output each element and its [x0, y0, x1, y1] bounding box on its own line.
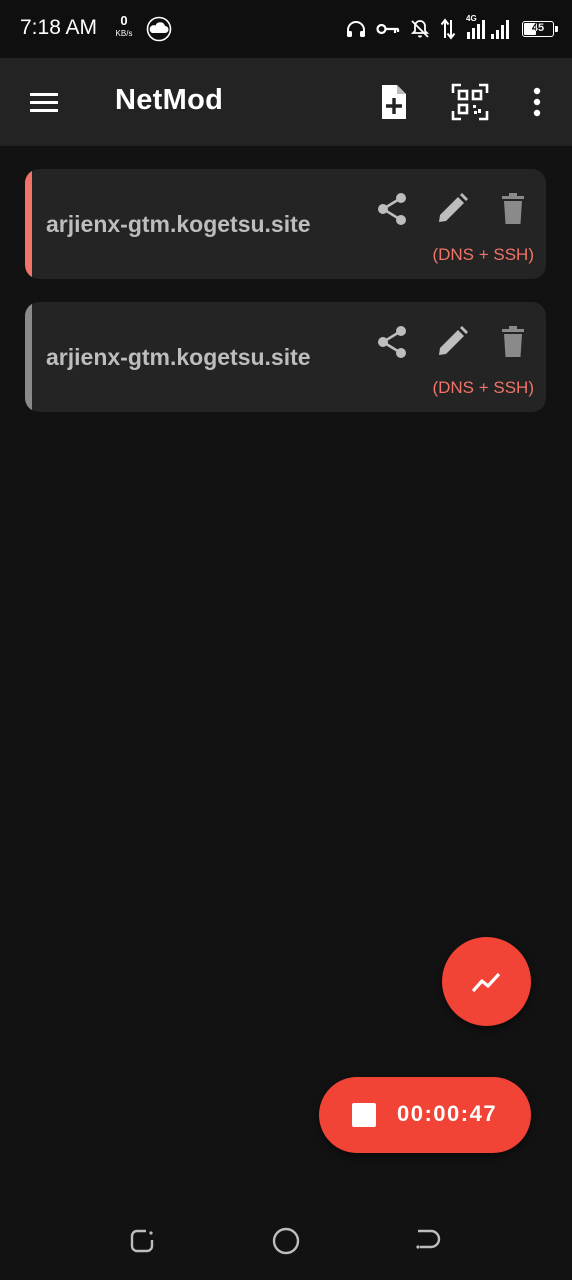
vpn-key-icon [376, 22, 400, 36]
inactive-indicator [25, 302, 32, 412]
app-title: NetMod [115, 84, 224, 116]
battery-icon: 45 [522, 21, 558, 37]
config-host: arjienx-gtm.kogetsu.site [46, 344, 311, 370]
battery-level: 45 [531, 22, 545, 34]
menu-icon[interactable] [26, 86, 62, 118]
headphones-icon [346, 20, 366, 38]
add-config-icon[interactable] [374, 82, 414, 122]
app-bar: NetMod [0, 58, 572, 146]
signal-icon: 4G [466, 14, 512, 40]
delete-icon[interactable] [495, 324, 531, 360]
back-icon[interactable] [414, 1226, 444, 1256]
network-type: 4G [466, 14, 477, 23]
edit-icon[interactable] [434, 324, 470, 360]
connection-timer: 00:00:47 [397, 1101, 498, 1126]
home-icon[interactable] [271, 1226, 301, 1256]
config-protocol: (DNS + SSH) [432, 378, 534, 397]
delete-icon[interactable] [495, 191, 531, 227]
status-time: 7:18 AM [20, 16, 98, 39]
stop-connection-button[interactable]: 00:00:47 [319, 1077, 531, 1153]
stop-icon [352, 1103, 376, 1127]
net-speed: 0 KB/s [112, 13, 136, 39]
config-protocol: (DNS + SSH) [432, 245, 534, 264]
qr-scan-icon[interactable] [450, 82, 490, 122]
system-nav-bar [0, 1200, 572, 1280]
net-speed-unit: KB/s [115, 29, 133, 38]
status-bar: 7:18 AM 0 KB/s 4G 45 [0, 0, 572, 58]
share-icon[interactable] [374, 191, 410, 227]
cloud-icon [145, 16, 173, 47]
graph-button[interactable] [442, 937, 531, 1026]
edit-icon[interactable] [434, 191, 470, 227]
config-card[interactable]: arjienx-gtm.kogetsu.site (DNS + SSH) [25, 169, 546, 279]
more-vert-icon[interactable] [517, 82, 557, 122]
share-icon[interactable] [374, 324, 410, 360]
notifications-off-icon [410, 19, 430, 39]
config-card[interactable]: arjienx-gtm.kogetsu.site (DNS + SSH) [25, 302, 546, 412]
net-speed-value: 0 [120, 13, 128, 28]
active-indicator [25, 169, 32, 279]
config-host: arjienx-gtm.kogetsu.site [46, 211, 311, 237]
data-arrows-icon [440, 18, 456, 40]
recents-icon[interactable] [128, 1226, 158, 1256]
status-icons: 4G 45 [346, 14, 558, 42]
